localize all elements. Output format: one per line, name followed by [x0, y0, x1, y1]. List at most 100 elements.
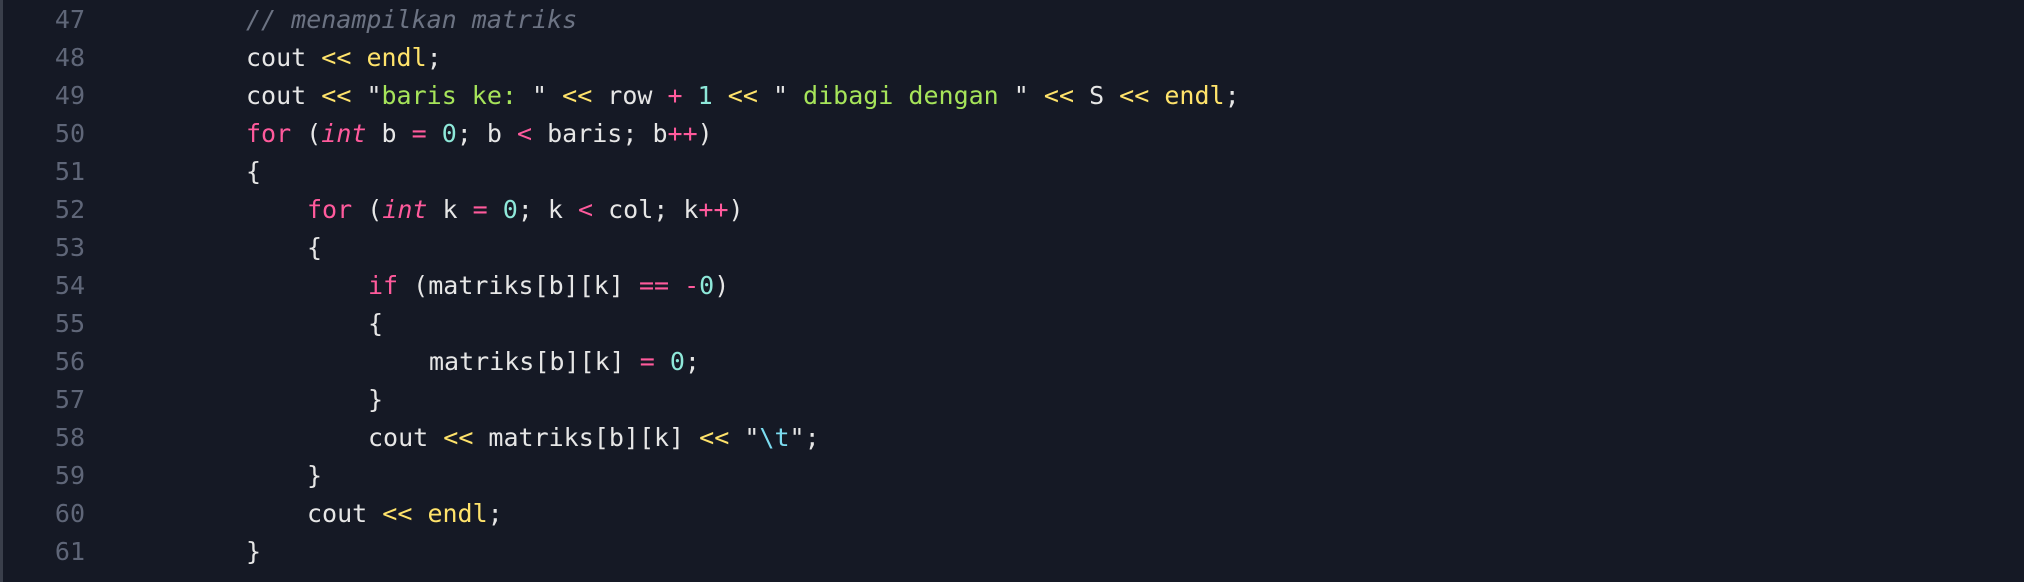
code-line[interactable]: 52 for (int k = 0; k < col; k++) [3, 191, 2024, 229]
code-text: cout << endl; [246, 39, 442, 77]
code-text: } [307, 457, 322, 495]
code-token: k [427, 195, 473, 224]
code-token: ; k [517, 195, 578, 224]
code-token: { [307, 233, 323, 262]
code-line[interactable]: 54 if (matriks[b][k] == -0) [3, 267, 2024, 305]
code-line[interactable]: 57} [3, 381, 2024, 419]
code-token: for [307, 195, 353, 224]
code-token: b [366, 119, 412, 148]
code-token: int [321, 119, 367, 148]
line-number: 55 [54, 309, 85, 338]
code-token: << [443, 423, 474, 452]
code-text: for (int k = 0; k < col; k++) [307, 191, 744, 229]
code-token: << [1043, 81, 1075, 110]
code-token: ) [697, 119, 713, 148]
line-number: 47 [54, 5, 85, 34]
code-token: == [638, 271, 670, 300]
code-token: { [368, 309, 384, 338]
code-line[interactable]: 49 cout << "baris ke: " << row + 1 << " d… [3, 77, 2024, 115]
code-token: 0 [699, 271, 715, 300]
code-token: endl [1164, 81, 1225, 110]
line-number: 50 [54, 119, 85, 148]
code-token: << [382, 499, 413, 528]
code-text: cout << endl; [307, 495, 503, 533]
code-token: matriks[b][k] [429, 347, 640, 376]
code-token: 0 [502, 195, 518, 224]
code-token: dibagi dengan [788, 81, 1014, 110]
line-number: 60 [54, 499, 85, 528]
code-line[interactable]: 51 { [3, 153, 2024, 191]
code-text: } [246, 533, 261, 571]
code-token: ; [1224, 81, 1240, 110]
code-token: " [789, 423, 805, 452]
code-token: " [772, 81, 788, 110]
code-text: { [368, 305, 383, 343]
code-token: baris ke: [381, 81, 533, 110]
code-text: if (matriks[b][k] == -0) [368, 267, 729, 305]
code-line[interactable]: 58 cout << matriks[b][k] << "\t"; [3, 419, 2024, 457]
code-editor[interactable]: 47// menampilkan matriks 48 cout << endl; 4… [0, 0, 2024, 582]
code-token: ++ [667, 119, 698, 148]
code-text: matriks[b][k] = 0; [429, 343, 700, 381]
code-line[interactable]: 53 { [3, 229, 2024, 267]
code-token: << [727, 81, 758, 110]
code-text: cout << "baris ke: " << row + 1 << " dib… [246, 77, 1240, 115]
code-line[interactable]: 47 // menampilkan matriks [3, 1, 2024, 39]
line-number: 52 [54, 195, 85, 224]
code-token: << [1119, 81, 1150, 110]
code-token: ; [487, 499, 503, 528]
code-text: { [307, 229, 322, 267]
code-token: << [321, 81, 352, 110]
code-token: 1 [697, 81, 713, 110]
code-line[interactable]: 59} [3, 457, 2024, 495]
code-token: ( [291, 119, 322, 148]
code-token: { [246, 157, 262, 186]
code-token: + [667, 81, 683, 110]
code-text: } [368, 381, 383, 419]
code-token: endl [427, 499, 488, 528]
code-token: cout [246, 81, 322, 110]
code-line[interactable]: 48 cout << endl; [3, 39, 2024, 77]
line-number: 57 [54, 385, 85, 414]
code-token: ; [426, 43, 442, 72]
code-line[interactable]: 60 cout << endl; [3, 495, 2024, 533]
code-token: cout [368, 423, 444, 452]
code-token: = [411, 119, 427, 148]
code-token: 0 [441, 119, 457, 148]
code-text: for (int b = 0; b < baris; b++) [246, 115, 713, 153]
code-token: cout [307, 499, 383, 528]
code-token: row [592, 81, 668, 110]
code-token: < [577, 195, 594, 224]
code-token: col; k [593, 195, 699, 224]
code-line[interactable]: 50 for (int b = 0; b < baris; b++) [3, 115, 2024, 153]
code-token: if [368, 271, 399, 300]
line-number: 54 [54, 271, 85, 300]
code-token: " [1013, 81, 1029, 110]
code-token: baris; b [532, 119, 668, 148]
code-token: } [368, 385, 384, 414]
code-token: (matriks[b][k] [398, 271, 639, 300]
code-token: } [307, 461, 323, 490]
code-token: << [699, 423, 730, 452]
line-number: 49 [54, 81, 85, 110]
code-token: 0 [669, 347, 685, 376]
line-number: 48 [54, 43, 85, 72]
code-line[interactable]: 61} [3, 533, 2024, 571]
code-line[interactable]: 55 { [3, 305, 2024, 343]
code-token: < [516, 119, 533, 148]
code-token: matriks[b][k] [473, 423, 700, 452]
code-token: ; b [456, 119, 517, 148]
code-token: for [246, 119, 292, 148]
code-token: << [321, 43, 352, 72]
code-token: S [1074, 81, 1120, 110]
line-number: 61 [54, 537, 85, 566]
code-line[interactable]: 56 matriks[b][k] = 0; [3, 343, 2024, 381]
code-token: ) [728, 195, 744, 224]
code-token: << [562, 81, 593, 110]
